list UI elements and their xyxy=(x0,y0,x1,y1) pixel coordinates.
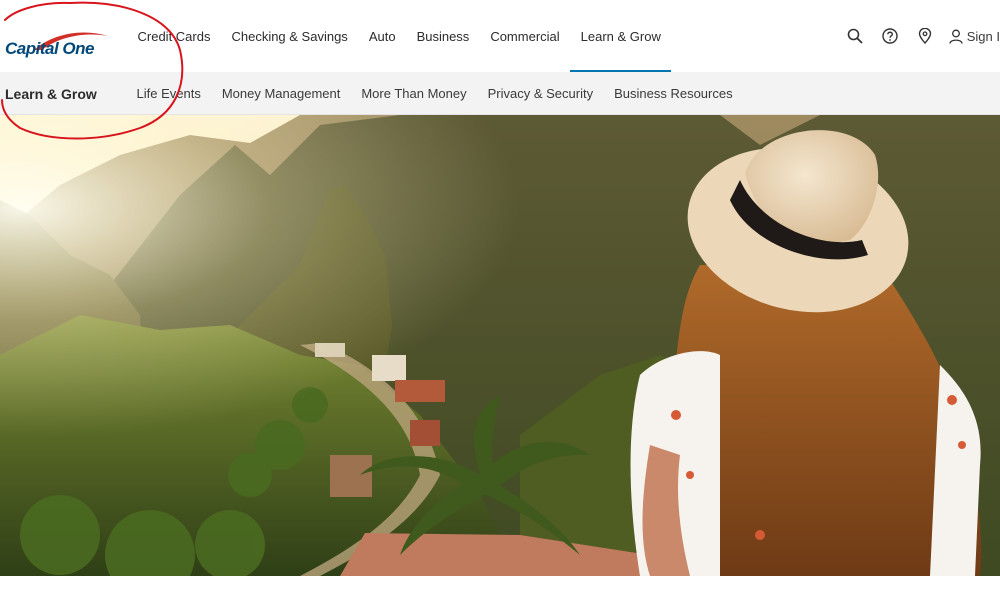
sub-navigation-links: Life Events Money Management More Than M… xyxy=(126,72,743,115)
search-icon[interactable] xyxy=(847,28,863,44)
capital-one-logo[interactable]: Capital One xyxy=(5,30,115,66)
location-pin-icon[interactable] xyxy=(917,28,933,44)
subnav-money-management[interactable]: Money Management xyxy=(211,72,351,115)
help-icon[interactable] xyxy=(882,28,898,44)
utility-links: Sign I xyxy=(828,0,1000,72)
nav-auto[interactable]: Auto xyxy=(358,0,406,72)
top-navigation-bar: Capital One Credit Cards Checking & Savi… xyxy=(0,0,1000,72)
subnav-more-than-money[interactable]: More Than Money xyxy=(351,72,477,115)
subnav-life-events[interactable]: Life Events xyxy=(126,72,211,115)
logo-text: Capital One xyxy=(5,39,94,58)
sign-in-label: Sign I xyxy=(966,28,1000,44)
subnav-privacy-security[interactable]: Privacy & Security xyxy=(477,72,603,115)
sub-navigation-bar: Learn & Grow Life Events Money Managemen… xyxy=(0,72,1000,115)
sign-in-link[interactable]: Sign I xyxy=(949,29,1000,44)
user-icon xyxy=(949,29,963,44)
nav-checking-savings[interactable]: Checking & Savings xyxy=(221,0,358,72)
main-navigation: Credit Cards Checking & Savings Auto Bus… xyxy=(127,0,672,72)
nav-business[interactable]: Business xyxy=(406,0,480,72)
section-title[interactable]: Learn & Grow xyxy=(5,72,97,115)
hero-image xyxy=(0,115,1000,576)
nav-credit-cards[interactable]: Credit Cards xyxy=(127,0,221,72)
nav-commercial[interactable]: Commercial xyxy=(480,0,570,72)
subnav-business-resources[interactable]: Business Resources xyxy=(604,72,744,115)
nav-learn-grow[interactable]: Learn & Grow xyxy=(570,0,672,72)
